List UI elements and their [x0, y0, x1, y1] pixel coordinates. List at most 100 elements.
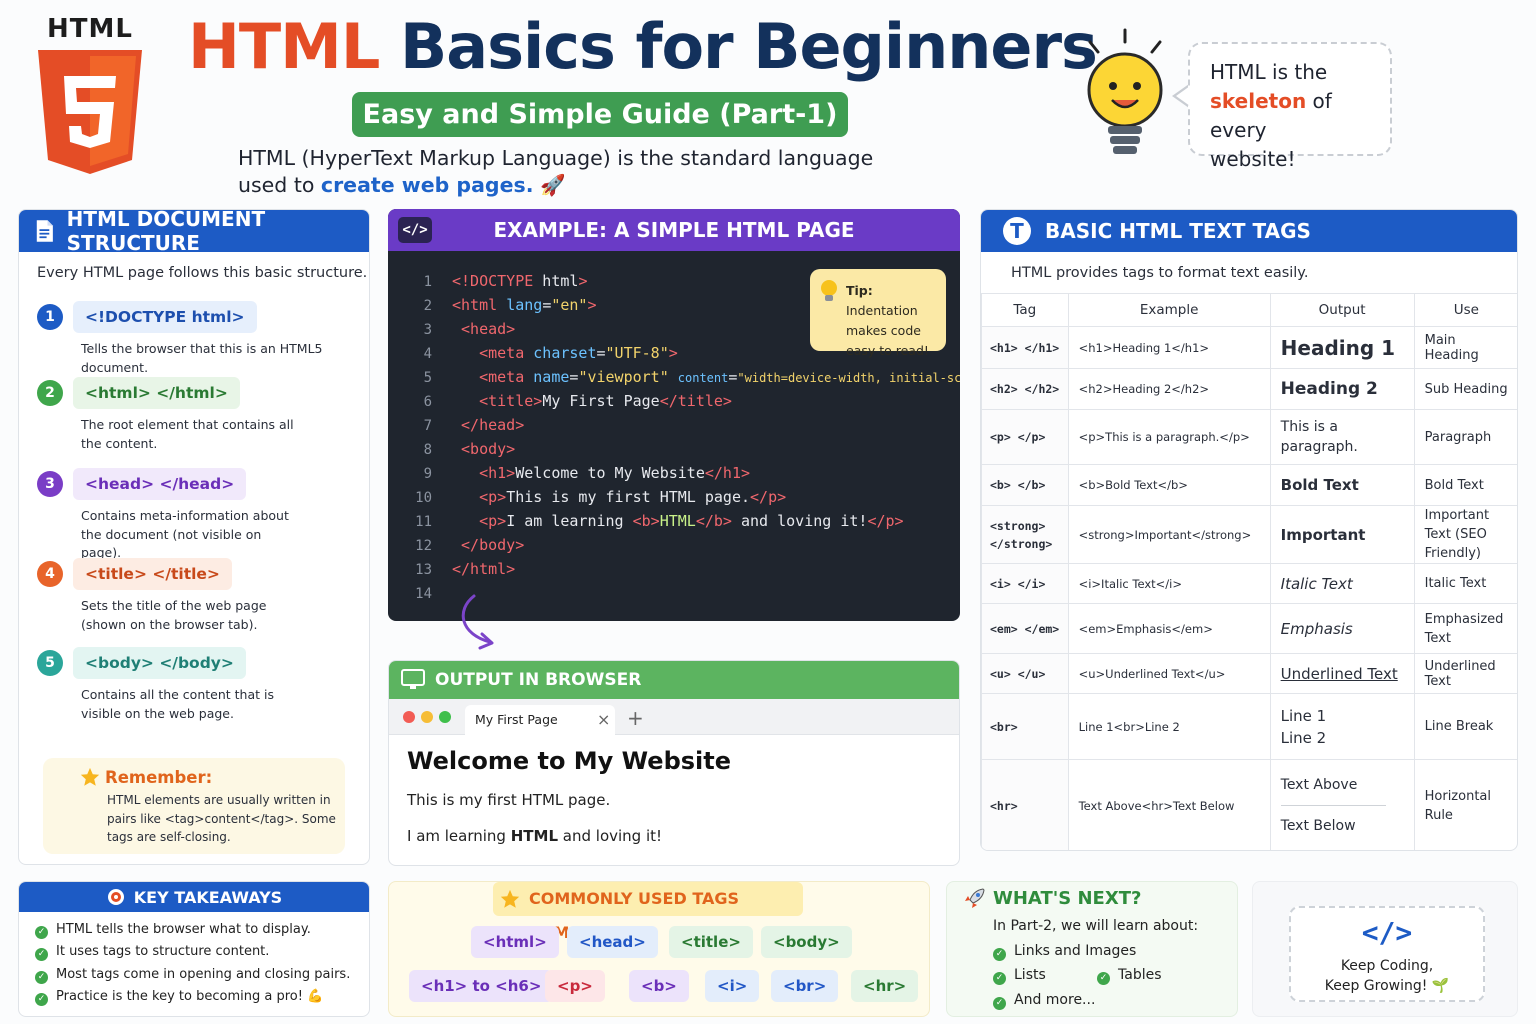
step-tag: <head> </head>: [73, 468, 247, 500]
check-icon: ✓: [35, 970, 48, 984]
code-line: 11 <p>I am learning <b>HTML</b> and lovi…: [415, 512, 904, 530]
output-cell: Underlined Text: [1269, 653, 1415, 694]
browser-tab-bar: My First Page × +: [389, 699, 959, 735]
step-tag: <body> </body>: [73, 647, 246, 679]
code-line: 4 <meta charset="UTF-8">: [423, 344, 678, 362]
bubble-highlight: skeleton: [1210, 89, 1307, 113]
col-header-example: Example: [1067, 293, 1271, 327]
new-tab-icon[interactable]: +: [627, 703, 644, 733]
tip-bold: Tip:: [846, 283, 873, 298]
example-cell: Line 1<br>Line 2: [1067, 693, 1271, 760]
structure-header: HTML DOCUMENT STRUCTURE: [19, 210, 369, 255]
rocket-icon: [965, 888, 985, 908]
text-tags-panel: T BASIC HTML TEXT TAGS HTML provides tag…: [980, 209, 1518, 851]
code-line: 5 <meta name="viewport" content="width=d…: [423, 368, 960, 386]
intro-text: HTML (HyperText Markup Language) is the …: [238, 145, 898, 199]
table-row: <br> Line 1<br>Line 2 Line 1 Line 2 Line …: [981, 693, 1517, 760]
tags-table: Tag Example Output Use <h1> </h1> <h1>He…: [981, 293, 1517, 850]
output-line-1: Line 1: [1280, 706, 1327, 725]
code-example-panel: </> EXAMPLE: A SIMPLE HTML PAGE 1 <!DOCTY…: [388, 209, 960, 621]
code-title: EXAMPLE: A SIMPLE HTML PAGE: [493, 218, 855, 242]
arrow-down-icon: [461, 594, 494, 650]
takeaways-header: KEY TAKEAWAYS: [19, 882, 369, 912]
browser-tab[interactable]: My First Page: [465, 705, 615, 735]
star-icon: [500, 889, 520, 908]
output-cell: Heading 2: [1269, 368, 1415, 410]
intro-line-1: HTML (HyperText Markup Language) is the …: [238, 146, 874, 170]
step-description: Contains all the content that is visible…: [81, 687, 274, 721]
output-paragraph-1: This is my first HTML page.: [407, 791, 611, 809]
use-cell: Underlined Text: [1413, 653, 1517, 694]
bubble-line-3: website!: [1210, 147, 1296, 171]
lightbulb-icon: [1087, 28, 1163, 154]
takeaway-item: ✓ Most tags come in opening and closing p…: [35, 967, 350, 984]
tags-intro: HTML provides tags to format text easily…: [1011, 265, 1309, 281]
step-number-badge: 5: [37, 650, 63, 676]
summary-tag-chip: <i>: [705, 970, 760, 1002]
code-header: </> EXAMPLE: A SIMPLE HTML PAGE: [388, 209, 960, 251]
page-title: HTML Basics for Beginners: [188, 10, 1098, 83]
summary-tag-chip: <p>: [545, 970, 605, 1002]
browser-header: OUTPUT IN BROWSER: [389, 661, 959, 699]
code-line: 7 </head>: [423, 416, 525, 434]
step-number-badge: 1: [37, 304, 63, 330]
tag-cell: <strong> </strong>: [981, 505, 1069, 564]
subtitle-banner: Easy and Simple Guide (Part-1): [352, 92, 848, 137]
summary-tag-chip: <html>: [471, 926, 559, 958]
col-header-use: Use: [1413, 293, 1517, 327]
example-cell: Text Above<hr>Text Below: [1067, 759, 1271, 850]
browser-output-panel: OUTPUT IN BROWSER My First Page × + Welc…: [388, 660, 960, 866]
tab-close-icon[interactable]: ×: [597, 705, 610, 735]
use-cell: Horizontal Rule: [1413, 759, 1517, 850]
document-icon: [36, 220, 53, 242]
output-above: Text Above: [1280, 777, 1358, 793]
code-line: 3 <head>: [423, 320, 516, 338]
summary-tag-chip: <br>: [771, 970, 839, 1002]
use-cell: Paragraph: [1413, 409, 1517, 465]
code-line: 10 <p>This is my first HTML page.</p>: [415, 488, 787, 506]
table-row: <u> </u> <u>Underlined Text</u> Underlin…: [981, 653, 1517, 694]
structure-panel: HTML DOCUMENT STRUCTURE Every HTML page …: [18, 209, 370, 865]
code-line: 2 <html lang="en">: [423, 296, 597, 314]
code-line: 14: [415, 586, 432, 602]
table-row: <hr> Text Above<hr>Text Below Text Above…: [981, 759, 1517, 850]
output-paragraph-2: I am learning HTML and loving it!: [407, 827, 662, 845]
next-intro: In Part-2, we will learn about:: [993, 918, 1199, 934]
tags-title: BASIC HTML TEXT TAGS: [1045, 219, 1311, 243]
keep-line-1: Keep Coding,: [1340, 958, 1434, 974]
summary-tag-chip: <h1> to <h6>: [409, 970, 554, 1002]
code-icon: </>: [398, 217, 432, 243]
step-tag: <title> </title>: [73, 558, 232, 590]
table-row: <p> </p> <p>This is a paragraph.</p> Thi…: [981, 409, 1517, 465]
tag-cell: <em> </em>: [981, 603, 1069, 654]
check-icon: ✓: [993, 996, 1006, 1010]
keep-line-2: Keep Growing! 🌱: [1324, 978, 1450, 994]
step-number-badge: 4: [37, 561, 63, 587]
code-icon: </>: [1361, 916, 1413, 949]
maximize-dot-icon[interactable]: [439, 711, 451, 723]
takeaways-title: KEY TAKEAWAYS: [133, 887, 283, 907]
close-dot-icon[interactable]: [403, 711, 415, 723]
output-cell: Line 1 Line 2: [1269, 693, 1415, 760]
use-cell: Sub Heading: [1413, 368, 1517, 410]
bubble-line-2: skeleton of every: [1210, 87, 1372, 145]
output-cell: Important: [1269, 505, 1415, 564]
table-row: <h2> </h2> <h2>Heading 2</h2> Heading 2 …: [981, 368, 1517, 410]
check-icon: ✓: [993, 947, 1006, 961]
summary-tag-chip: <body>: [761, 926, 852, 958]
output-cell: Text Above Text Below: [1269, 759, 1415, 850]
next-title: WHAT'S NEXT?: [993, 888, 1142, 909]
tip-text: Indentation makes code easy to read!: [846, 303, 929, 358]
keep-coding-text: Keep Coding, Keep Growing! 🌱: [1291, 956, 1483, 996]
tag-cell: <hr>: [981, 759, 1069, 850]
tag-cell: <h2> </h2>: [981, 368, 1069, 410]
output-heading: Welcome to My Website: [407, 747, 732, 775]
tag-cell: <i> </i>: [981, 563, 1069, 604]
check-icon: ✓: [35, 947, 48, 961]
title-rest: Basics for Beginners: [379, 10, 1098, 83]
example-cell: <b>Bold Text</b>: [1067, 464, 1271, 506]
text-t-icon: T: [1003, 217, 1031, 245]
minimize-dot-icon[interactable]: [421, 711, 433, 723]
speech-bubble: HTML is the skeleton of every website!: [1188, 42, 1392, 171]
table-row: <h1> </h1> <h1>Heading 1</h1> Heading 1 …: [981, 326, 1517, 369]
